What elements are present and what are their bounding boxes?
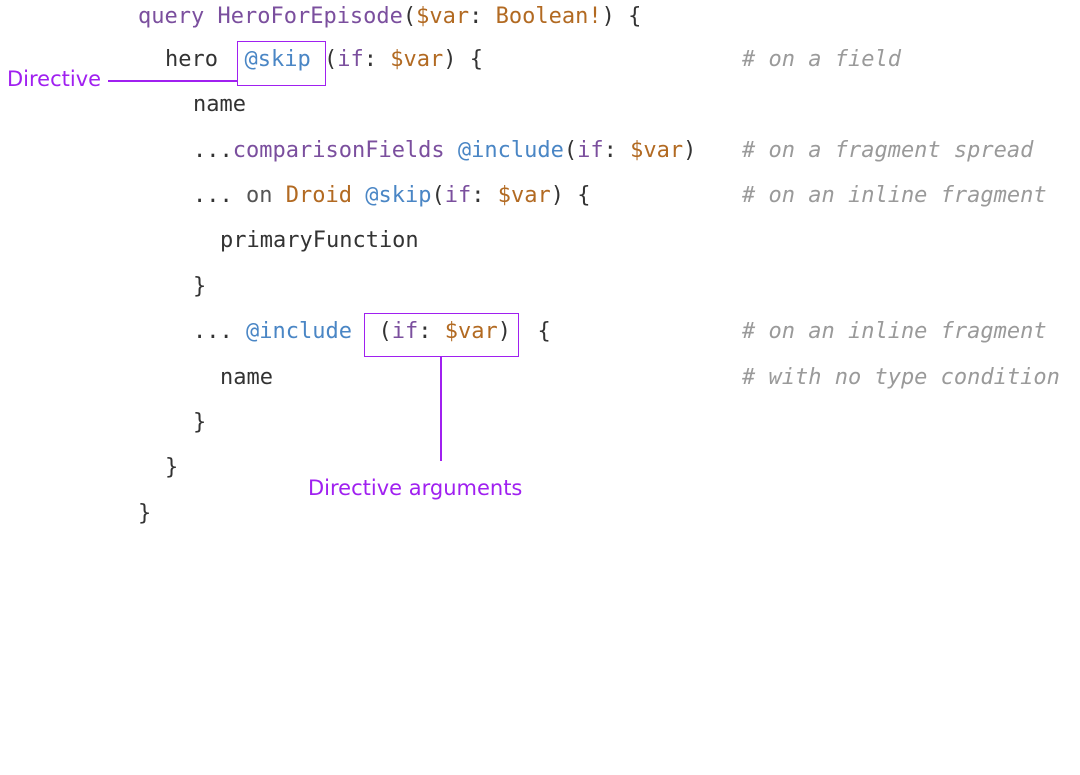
spread-operator: ...: [193, 138, 233, 163]
close-brace: }: [193, 274, 207, 299]
query-keyword: query: [138, 4, 205, 29]
field-hero: hero: [165, 47, 218, 72]
close-brace: }: [165, 455, 179, 480]
field-name: name: [220, 365, 273, 390]
comment-on-field: # on a field: [742, 47, 901, 72]
variable-type: Boolean!: [495, 4, 602, 29]
variable: $var: [416, 4, 470, 29]
variable: $var: [497, 183, 551, 208]
comment-inline-fragment-2: # on an inline fragment: [742, 319, 1047, 344]
paren-close-brace: ) {: [443, 47, 483, 72]
colon: :: [469, 4, 496, 29]
code-line-inline-fragment: ... on Droid @skip(if: $var) {: [193, 181, 590, 211]
code-line-name-2: name: [220, 363, 273, 393]
argument-if: if: [577, 138, 604, 163]
open-brace: {: [537, 319, 551, 344]
code-line-close-brace-3: }: [165, 453, 178, 483]
paren-open: (: [563, 138, 578, 163]
argument-if: if: [337, 47, 364, 72]
directive-label: Directive: [7, 67, 102, 91]
code-line-fragment-spread: ...comparisonFields @include(if: $var): [193, 136, 696, 166]
on-keyword: on: [246, 183, 273, 208]
comment-fragment-spread: # on a fragment spread: [742, 138, 1034, 163]
directive-highlight-box: [237, 41, 326, 86]
close-brace: }: [193, 410, 207, 435]
colon: :: [471, 183, 498, 208]
code-line-close-brace: }: [193, 272, 206, 302]
paren-close-brace: ) {: [601, 4, 642, 29]
paren-close: ): [683, 138, 697, 163]
paren-open: (: [431, 183, 445, 208]
directive-include: @include: [246, 319, 352, 344]
close-brace: }: [138, 501, 152, 526]
comment-inline-fragment: # on an inline fragment: [742, 183, 1047, 208]
type-condition: Droid: [285, 183, 352, 208]
directive-arguments-leader-line: [440, 357, 442, 461]
directive-include: @include: [457, 138, 564, 163]
spread-operator: ...: [193, 319, 233, 344]
paren-open: (: [402, 4, 417, 29]
directive-skip: @skip: [365, 183, 432, 208]
operation-name: HeroForEpisode: [217, 4, 403, 29]
code-line-query: query HeroForEpisode($var: Boolean!) {: [138, 2, 641, 32]
code-line-primary-function: primaryFunction: [220, 226, 419, 256]
directive-arguments-highlight-box: [364, 313, 519, 357]
field-primary-function: primaryFunction: [220, 228, 419, 253]
variable: $var: [630, 138, 684, 163]
fragment-name: comparisonFields: [232, 138, 445, 163]
code-line-close-brace-4: }: [138, 499, 151, 529]
code-line-name: name: [193, 90, 246, 120]
directive-leader-line: [108, 80, 238, 82]
variable: $var: [390, 47, 444, 72]
field-name: name: [193, 92, 246, 117]
graphql-code-block: query HeroForEpisode($var: Boolean!) { h…: [0, 0, 1060, 775]
argument-if: if: [444, 183, 472, 208]
directive-arguments-label: Directive arguments: [308, 476, 523, 500]
spread-operator: ...: [193, 183, 233, 208]
comment-no-type-condition: # with no type condition: [742, 365, 1060, 390]
colon: :: [363, 47, 391, 72]
colon: :: [603, 138, 631, 163]
paren-close-brace: ) {: [550, 183, 591, 208]
code-line-close-brace-2: }: [193, 408, 206, 438]
